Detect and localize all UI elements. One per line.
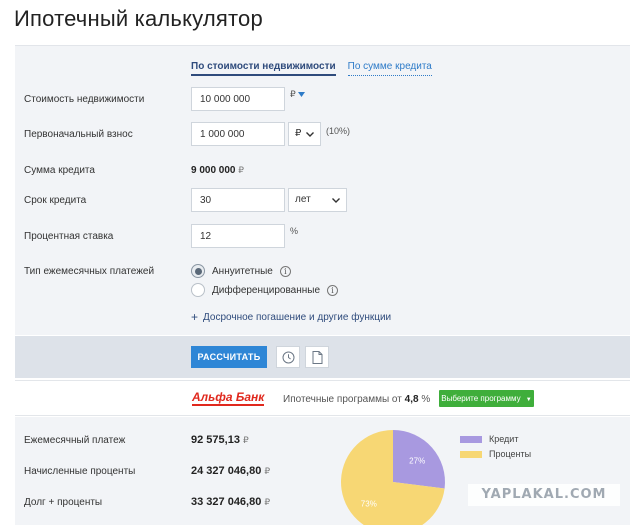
programs-unit: %	[421, 394, 431, 405]
monthly-payment-currency: ₽	[243, 435, 249, 445]
calculate-button[interactable]: РАССЧИТАТЬ	[191, 346, 267, 368]
interest-value: 24 327 046,80 ₽	[191, 465, 270, 477]
term-unit-value: лет	[295, 194, 311, 205]
property-cost-input[interactable]	[191, 87, 285, 111]
tab-by-loan-amount[interactable]: По сумме кредита	[347, 61, 432, 76]
document-icon	[312, 350, 322, 364]
down-payment-unit-value: ₽	[295, 128, 302, 139]
interest-label: Начисленные проценты	[24, 466, 136, 477]
legend-swatch-interest	[460, 450, 482, 458]
down-payment-unit-select[interactable]: ₽	[288, 122, 321, 146]
term-label: Срок кредита	[24, 195, 87, 206]
chevron-down-icon	[332, 197, 340, 203]
rate-input[interactable]	[191, 224, 285, 248]
term-unit-select[interactable]: лет	[288, 188, 347, 212]
choose-program-button[interactable]: Выберите программу ▼	[439, 390, 534, 407]
total-label: Долг + проценты	[24, 497, 103, 508]
alfa-bank-logo[interactable]: Альфа Банк	[192, 391, 265, 406]
down-payment-input[interactable]	[191, 122, 285, 146]
tab-by-property-cost[interactable]: По стоимости недвижимости	[191, 61, 336, 76]
choose-program-label: Выберите программу	[441, 394, 521, 403]
legend-swatch-credit	[460, 435, 482, 443]
legend-label-credit: Кредит	[489, 434, 519, 444]
payment-type-label: Тип ежемесячных платежей	[24, 266, 155, 277]
annuity-radio-label: Аннуитетные	[212, 265, 273, 277]
rate-unit: %	[290, 226, 299, 236]
total-currency: ₽	[264, 497, 271, 507]
property-cost-label: Стоимость недвижимости	[24, 94, 145, 105]
currency-symbol: ₽	[290, 89, 296, 99]
legend-credit: Кредит	[460, 434, 518, 444]
total-value: 33 327 046,80 ₽	[191, 496, 270, 508]
loan-amount-number: 9 000 000	[191, 165, 236, 176]
early-repayment-link[interactable]: + Досрочное погашение и другие функции	[191, 310, 391, 324]
differentiated-radio[interactable]	[191, 283, 205, 297]
early-repayment-link-label: Досрочное погашение и другие функции	[203, 311, 392, 323]
payment-type-differentiated[interactable]: Дифференцированные i	[191, 283, 339, 297]
monthly-payment-value: 92 575,13 ₽	[191, 434, 249, 446]
caret-down-icon	[297, 92, 305, 97]
property-cost-currency-select[interactable]: ₽	[290, 89, 305, 100]
annuity-radio[interactable]	[191, 264, 205, 278]
legend-interest: Проценты	[460, 449, 531, 459]
chevron-down-icon	[306, 131, 314, 137]
payment-type-annuity[interactable]: Аннуитетные i	[191, 264, 291, 278]
legend-label-interest: Проценты	[489, 449, 532, 459]
info-icon[interactable]: i	[279, 265, 291, 277]
loan-amount-value: 9 000 000 ₽	[191, 165, 244, 176]
page-title: Ипотечный калькулятор	[14, 6, 263, 31]
history-button[interactable]	[276, 346, 300, 368]
clock-icon	[282, 351, 294, 363]
programs-prefix: Ипотечные программы от	[283, 394, 402, 405]
loan-amount-label: Сумма кредита	[24, 165, 95, 176]
monthly-payment-number: 92 575,13	[191, 434, 240, 446]
calc-mode-tabs: По стоимости недвижимости По сумме креди…	[191, 61, 432, 76]
down-payment-percent: (10%)	[326, 126, 351, 136]
watermark: YAPLAKAL.COM	[468, 484, 620, 506]
plus-icon: +	[191, 310, 199, 324]
differentiated-radio-label: Дифференцированные	[212, 284, 321, 296]
down-payment-label: Первоначальный взнос	[24, 129, 133, 140]
interest-currency: ₽	[264, 466, 271, 476]
monthly-payment-label: Ежемесячный платеж	[24, 435, 126, 446]
document-button[interactable]	[305, 346, 329, 368]
total-number: 33 327 046,80	[191, 496, 262, 508]
info-icon[interactable]: i	[327, 284, 339, 296]
interest-number: 24 327 046,80	[191, 465, 262, 477]
programs-rate: 4,8	[404, 394, 419, 405]
rate-label: Процентная ставка	[24, 231, 114, 242]
programs-text: Ипотечные программы от 4,8 %	[283, 394, 430, 405]
loan-amount-currency: ₽	[238, 165, 245, 175]
caret-down-icon: ▼	[525, 397, 532, 403]
term-input[interactable]	[191, 188, 285, 212]
